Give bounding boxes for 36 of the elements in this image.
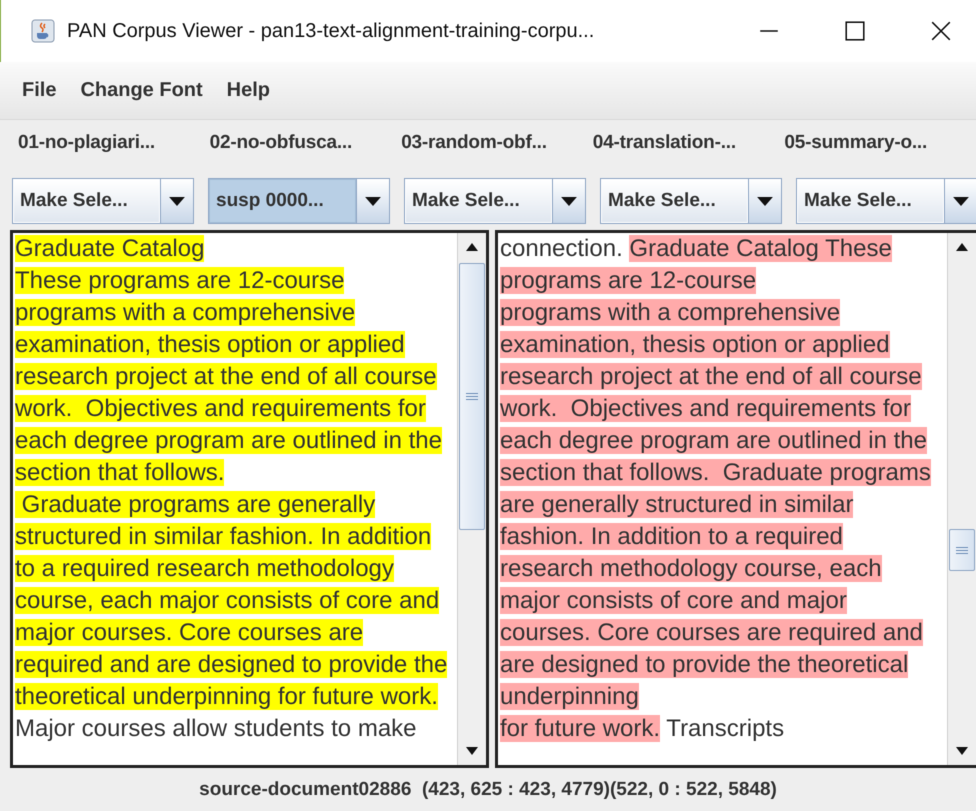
scrollbar[interactable] (457, 233, 486, 765)
caret-icon (757, 196, 773, 206)
menu-item[interactable]: Help (226, 79, 270, 102)
text-line: for future work. Transcripts (500, 714, 786, 744)
maximize-icon[interactable] (844, 20, 866, 42)
scroll-thumb[interactable] (459, 263, 485, 530)
category-label: 04-translation-... (592, 132, 736, 153)
up-arrow-icon[interactable] (956, 243, 968, 251)
category-label: 05-summary-o... (784, 132, 928, 153)
dropdown[interactable]: Make Sele... (796, 178, 976, 224)
menu-item[interactable]: File (22, 79, 56, 102)
caret-icon (561, 196, 577, 206)
category-label: 02-no-obfusca... (210, 132, 352, 153)
text-line: connection. Graduate Catalog These (500, 234, 893, 264)
category-label: 01-no-plagiari... (18, 132, 156, 153)
scroll-thumb[interactable] (949, 529, 975, 571)
java-cup-icon (31, 19, 55, 43)
up-arrow-icon[interactable] (466, 243, 478, 251)
down-arrow-icon[interactable] (956, 747, 968, 755)
menu-item[interactable]: Change Font (80, 79, 203, 102)
caret-icon (365, 196, 381, 206)
caret-icon (953, 196, 969, 206)
caret-icon (169, 196, 185, 206)
window-title: PAN Corpus Viewer - pan13-text-alignment-training-corpu... (67, 20, 594, 42)
grip-icon (956, 546, 968, 554)
close-icon[interactable] (930, 20, 952, 42)
dropdown[interactable]: susp 0000... (208, 178, 390, 224)
down-arrow-icon[interactable] (466, 747, 478, 755)
grip-icon (466, 393, 478, 400)
dropdown[interactable]: Make Sele... (600, 178, 782, 224)
category-label: 03-random-obf... (401, 132, 547, 153)
scrollbar[interactable] (947, 233, 976, 765)
dropdown[interactable]: Make Sele... (404, 178, 586, 224)
status-text: source-document02886 (423, 625 : 423, 4779)(522, 0 : 522, 5848) (199, 778, 777, 800)
text-line: Major courses allow students to make (15, 714, 418, 744)
dropdown[interactable]: Make Sele... (12, 178, 194, 224)
